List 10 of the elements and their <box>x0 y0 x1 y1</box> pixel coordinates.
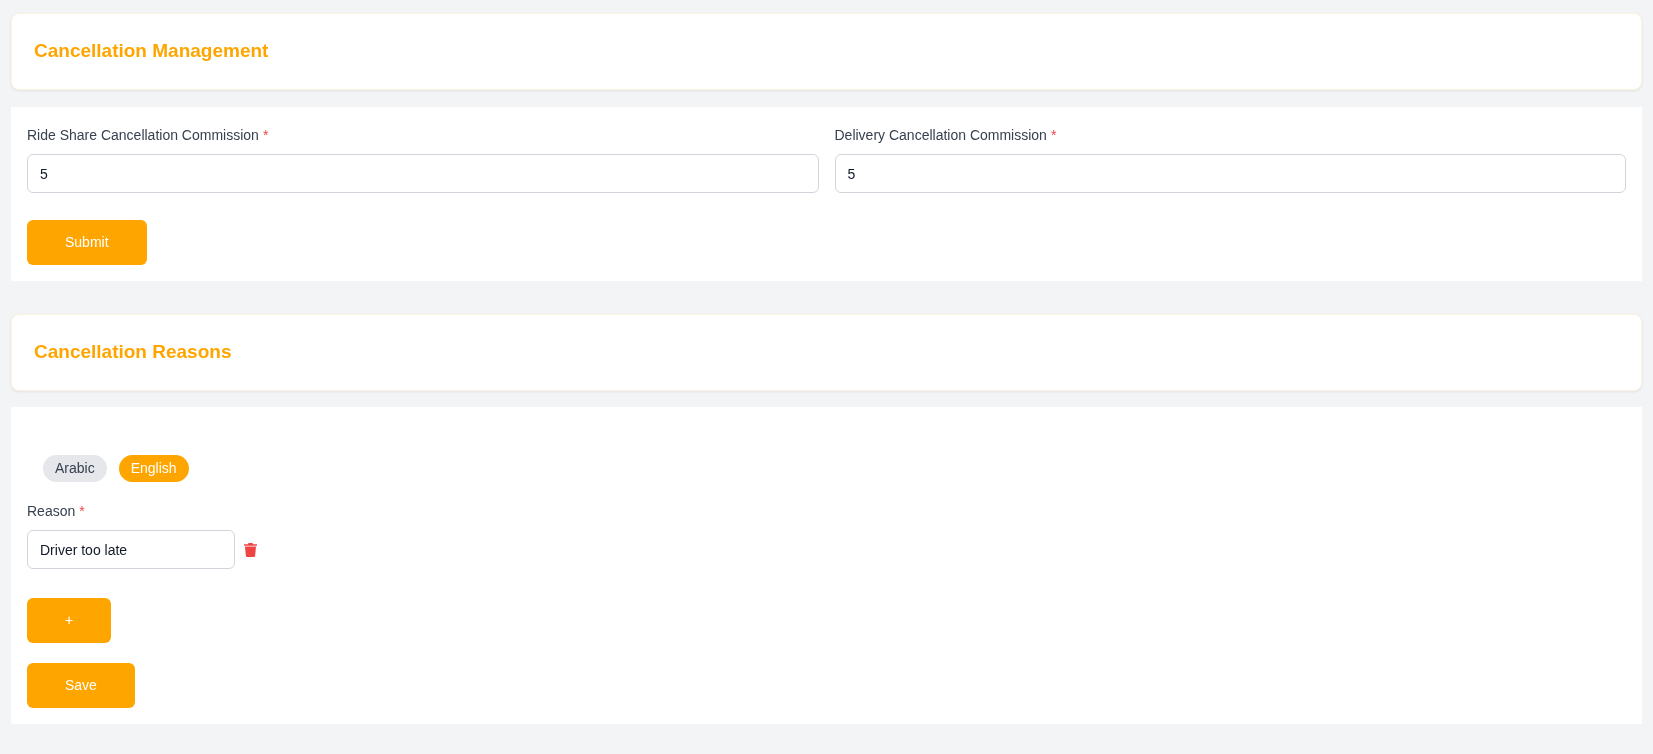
field-label: Reason * <box>27 502 85 521</box>
field-label: Delivery Cancellation Commission * <box>834 126 1057 145</box>
trash-icon[interactable] <box>244 542 257 557</box>
reason-input[interactable]: Driver too late <box>27 530 235 569</box>
section-title: Cancellation Management <box>34 40 269 63</box>
input-field[interactable]: 5 <box>27 154 819 193</box>
field-label: Ride Share Cancellation Commission * <box>27 126 269 145</box>
language-tab[interactable]: Arabic <box>43 455 107 482</box>
input-field[interactable]: 5 <box>834 154 1626 193</box>
section-title: Cancellation Reasons <box>34 341 232 364</box>
